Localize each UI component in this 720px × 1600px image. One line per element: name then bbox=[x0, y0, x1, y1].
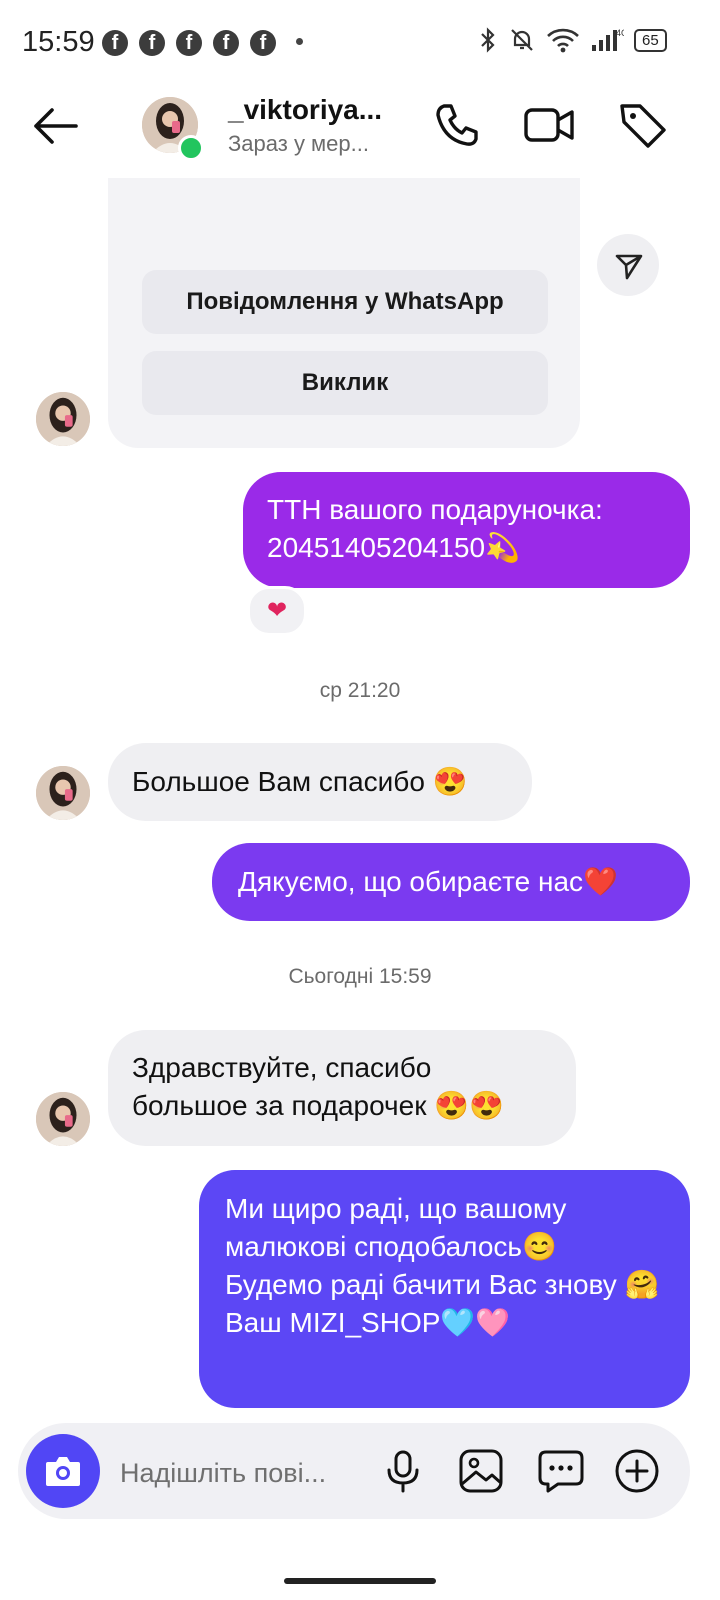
signal-icon: 4G bbox=[592, 28, 624, 51]
call-button[interactable]: Виклик bbox=[142, 351, 548, 415]
sender-avatar[interactable] bbox=[36, 392, 90, 446]
system-icons: 4G 65 bbox=[478, 26, 667, 54]
notification-icons: f f f f f bbox=[102, 30, 276, 56]
phone-icon[interactable] bbox=[430, 98, 484, 152]
home-indicator bbox=[284, 1578, 436, 1584]
incoming-message[interactable]: Большое Вам спасибо 😍 bbox=[108, 743, 532, 821]
outgoing-message[interactable]: Дякуємо, що обираєте нас❤️ bbox=[212, 843, 690, 921]
svg-text:4G: 4G bbox=[616, 28, 624, 38]
contact-username[interactable]: _viktoriya... bbox=[228, 94, 382, 126]
video-call-icon[interactable] bbox=[522, 98, 576, 152]
sender-avatar[interactable] bbox=[36, 1092, 90, 1146]
battery-indicator: 65 bbox=[634, 28, 667, 52]
wifi-icon bbox=[547, 28, 579, 53]
bluetooth-icon bbox=[481, 27, 495, 53]
message-composer bbox=[18, 1423, 690, 1519]
send-icon bbox=[615, 254, 643, 280]
plus-icon[interactable] bbox=[612, 1446, 662, 1496]
outgoing-message[interactable]: Ми щиро раді, що вашому малюкові сподоба… bbox=[199, 1170, 690, 1408]
chat-bubble-icon[interactable] bbox=[536, 1446, 586, 1496]
status-time: 15:59 bbox=[22, 26, 95, 58]
back-arrow-icon[interactable] bbox=[30, 104, 80, 148]
heart-reaction[interactable]: ❤ bbox=[247, 586, 307, 636]
timestamp: ср 21:20 bbox=[319, 679, 401, 702]
more-notifications-dot bbox=[296, 38, 303, 45]
tag-icon[interactable] bbox=[616, 98, 670, 152]
facebook-icon: f bbox=[250, 30, 276, 56]
whatsapp-message-button[interactable]: Повідомлення у WhatsApp bbox=[142, 270, 548, 334]
facebook-icon: f bbox=[176, 30, 202, 56]
contact-status: Зараз у мер... bbox=[228, 131, 369, 156]
camera-icon bbox=[46, 1457, 80, 1486]
facebook-icon: f bbox=[102, 30, 128, 56]
online-indicator bbox=[178, 135, 204, 161]
incoming-message[interactable]: Здравствуйте, спасибо большое за подароч… bbox=[108, 1030, 576, 1146]
timestamp: Сьогодні 15:59 bbox=[288, 965, 432, 988]
facebook-icon: f bbox=[213, 30, 239, 56]
sender-avatar[interactable] bbox=[36, 766, 90, 820]
microphone-icon[interactable] bbox=[378, 1446, 428, 1496]
share-button[interactable] bbox=[597, 234, 659, 296]
gallery-icon[interactable] bbox=[456, 1446, 506, 1496]
outgoing-message[interactable]: ТТН вашого подаруночка: 20451405204150💫 bbox=[243, 472, 690, 588]
camera-button[interactable] bbox=[26, 1434, 100, 1508]
message-input[interactable]: Надішліть пові... bbox=[120, 1458, 326, 1489]
facebook-icon: f bbox=[139, 30, 165, 56]
mute-bell-icon bbox=[511, 29, 533, 51]
